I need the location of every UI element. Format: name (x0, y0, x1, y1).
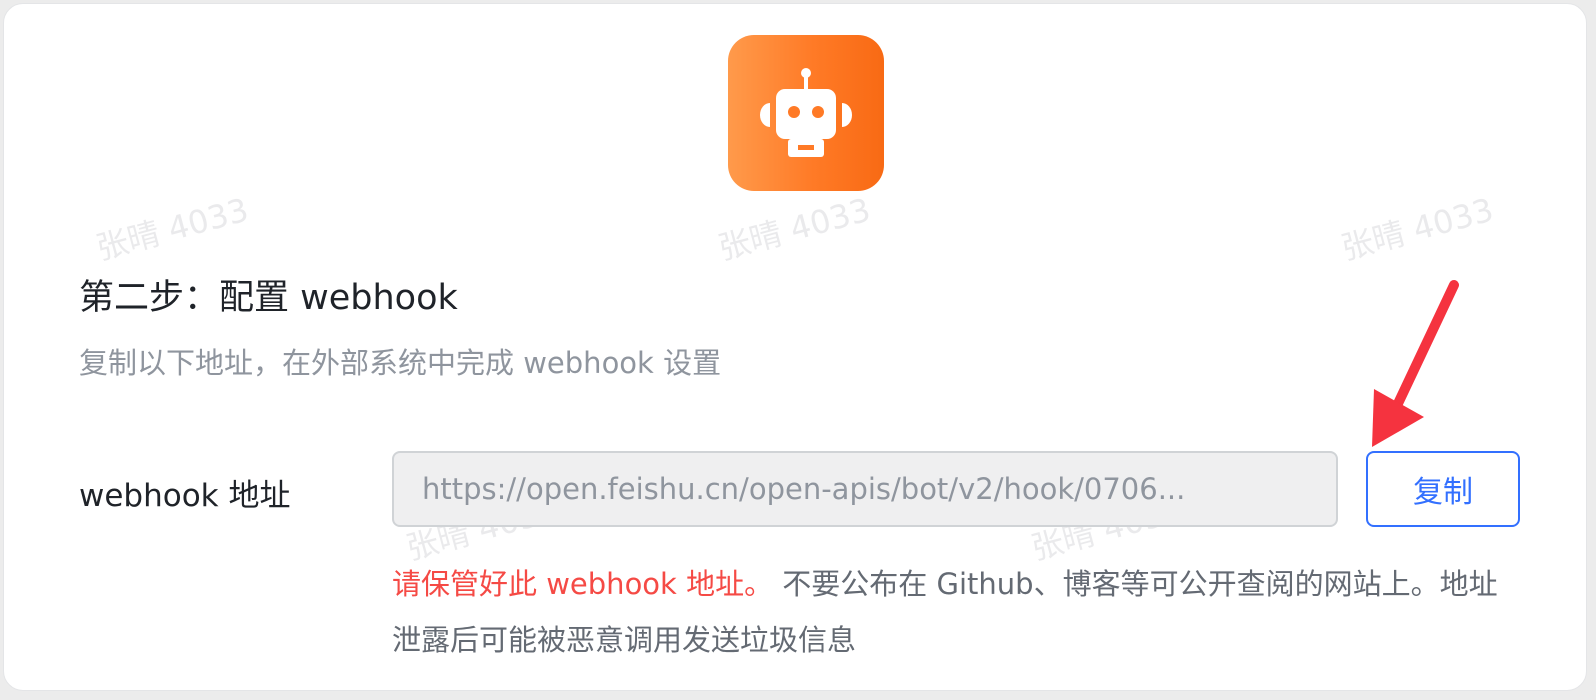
watermark: 张晴 4033 (714, 190, 875, 268)
red-arrow-icon (1372, 280, 1459, 447)
webhook-url-label: webhook 地址 (79, 478, 291, 514)
step-description: 复制以下地址，在外部系统中完成 webhook 设置 (79, 346, 722, 380)
copy-button[interactable]: 复制 (1366, 451, 1520, 527)
security-warning: 请保管好此 webhook 地址。 不要公布在 Github、博客等可公开查阅的… (392, 556, 1512, 668)
webhook-url-field[interactable]: https://open.feishu.cn/open-apis/bot/v2/… (392, 451, 1338, 527)
webhook-url-value: https://open.feishu.cn/open-apis/bot/v2/… (422, 472, 1186, 506)
robot-icon (728, 35, 884, 191)
watermark: 张晴 4033 (1337, 190, 1498, 268)
step-title: 第二步：配置 webhook (79, 278, 458, 318)
warning-highlight: 请保管好此 webhook 地址。 (392, 567, 774, 601)
webhook-config-card: 张晴 4033 张晴 4033 张晴 4033 张晴 4033 张晴 4033 … (3, 3, 1587, 691)
watermark: 张晴 4033 (92, 190, 253, 268)
